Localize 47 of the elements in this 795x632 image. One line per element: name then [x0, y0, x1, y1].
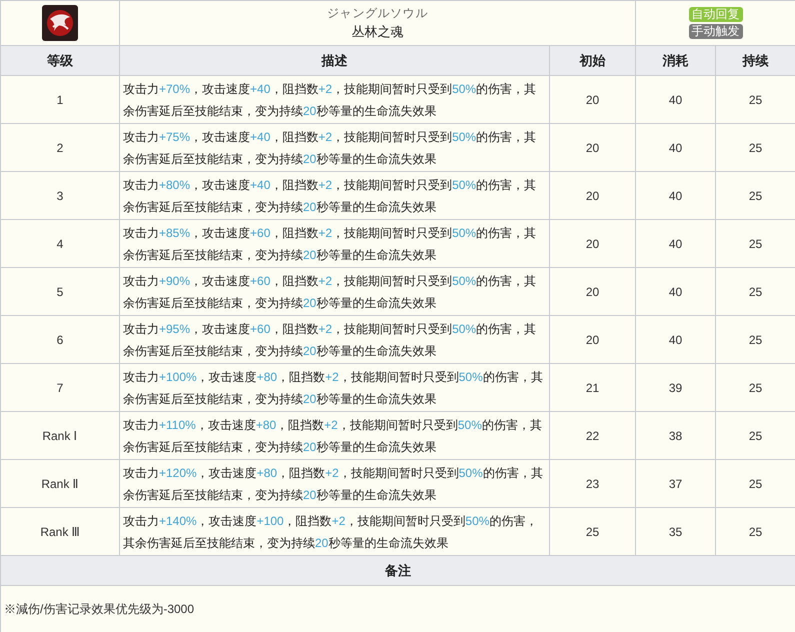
description-cell: 攻击力+100%，攻击速度+80，阻挡数+2，技能期间暂时只受到50%的伤害，其余伤害延后至技能结束，变为持续20秒等量的生命流失效果 [120, 364, 550, 412]
level-cell: 7 [0, 364, 120, 412]
description-cell: 攻击力+95%，攻击速度+60，阻挡数+2，技能期间暂时只受到50%的伤害，其余伤害延后至技能结束，变为持续20秒等量的生命流失效果 [120, 316, 550, 364]
description-cell: 攻击力+120%，攻击速度+80，阻挡数+2，技能期间暂时只受到50%的伤害，其余伤害延后至技能结束，变为持续20秒等量的生命流失效果 [120, 460, 550, 508]
description-cell: 攻击力+85%，攻击速度+60，阻挡数+2，技能期间暂时只受到50%的伤害，其余伤害延后至技能结束，变为持续20秒等量的生命流失效果 [120, 220, 550, 268]
level-cell: Rank Ⅰ [0, 412, 120, 460]
description-cell: 攻击力+75%，攻击速度+40，阻挡数+2，技能期间暂时只受到50%的伤害，其余伤害延后至技能结束，变为持续20秒等量的生命流失效果 [120, 124, 550, 172]
level-cell: 3 [0, 172, 120, 220]
table-cell: 40 [636, 268, 716, 316]
notes-header: 备注 [0, 556, 795, 586]
description-cell: 攻击力+80%，攻击速度+40，阻挡数+2，技能期间暂时只受到50%的伤害，其余伤害延后至技能结束，变为持续20秒等量的生命流失效果 [120, 172, 550, 220]
description-cell: 攻击力+90%，攻击速度+60，阻挡数+2，技能期间暂时只受到50%的伤害，其余伤害延后至技能结束，变为持续20秒等量的生命流失效果 [120, 268, 550, 316]
table-cell: 40 [636, 124, 716, 172]
table-cell: 20 [550, 76, 636, 124]
level-cell: Rank Ⅱ [0, 460, 120, 508]
table-cell: 22 [550, 412, 636, 460]
level-cell: 2 [0, 124, 120, 172]
table-cell: 23 [550, 460, 636, 508]
column-header: 持续 [716, 46, 795, 76]
table-cell: 20 [550, 268, 636, 316]
level-cell: 4 [0, 220, 120, 268]
level-cell: 6 [0, 316, 120, 364]
table-cell: 20 [550, 220, 636, 268]
table-cell: 20 [550, 316, 636, 364]
description-cell: 攻击力+70%，攻击速度+40，阻挡数+2，技能期间暂时只受到50%的伤害，其余伤害延后至技能结束，变为持续20秒等量的生命流失效果 [120, 76, 550, 124]
table-cell: 21 [550, 364, 636, 412]
skill-name-japanese: ジャングルソウル [326, 5, 429, 22]
skill-tag: 自动回复 [688, 7, 742, 22]
table-cell: 40 [636, 220, 716, 268]
table-cell: 20 [550, 124, 636, 172]
skill-emblem-icon [42, 5, 78, 41]
column-header: 等级 [0, 46, 120, 76]
column-header: 描述 [120, 46, 550, 76]
description-cell: 攻击力+110%，攻击速度+80，阻挡数+2，技能期间暂时只受到50%的伤害，其余伤害延后至技能结束，变为持续20秒等量的生命流失效果 [120, 412, 550, 460]
table-cell: 40 [636, 172, 716, 220]
level-cell: 5 [0, 268, 120, 316]
table-cell: 37 [636, 460, 716, 508]
skill-tag: 手动触发 [688, 24, 742, 39]
column-header: 初始 [550, 46, 636, 76]
table-cell: 39 [636, 364, 716, 412]
table-cell: 40 [636, 76, 716, 124]
level-cell: 1 [0, 76, 120, 124]
table-cell: 20 [550, 172, 636, 220]
skill-name: 丛林之魂 [350, 23, 404, 42]
table-cell: 38 [636, 412, 716, 460]
column-header: 消耗 [636, 46, 716, 76]
table-cell: 40 [636, 316, 716, 364]
